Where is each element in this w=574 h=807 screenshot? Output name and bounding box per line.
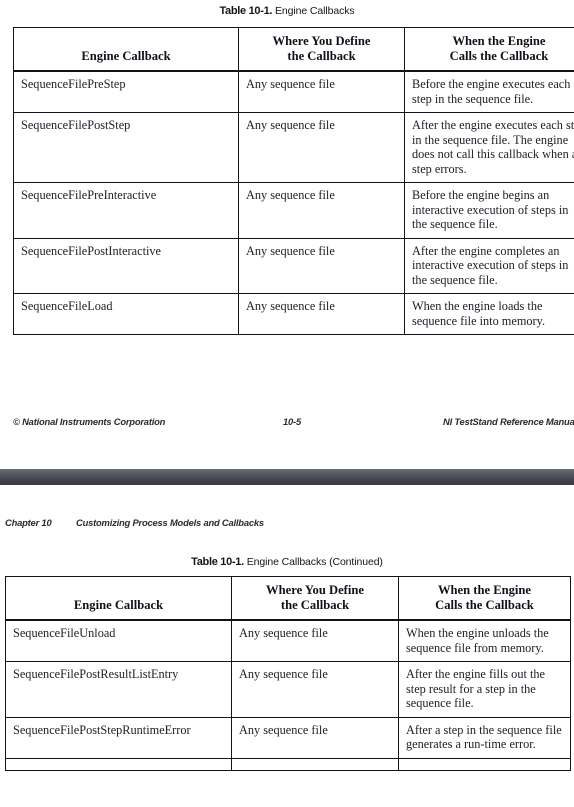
cell-when-called: When the engine loads the sequence file … [404, 293, 574, 336]
cell-where-defined: Any sequence file [231, 619, 399, 663]
column-header-when-line1: When the Engine [437, 583, 532, 597]
cell-callback-name [5, 757, 232, 771]
table-row: SequenceFilePostStepRuntimeError Any seq… [5, 716, 571, 759]
table-row: SequenceFilePostResultListEntry Any sequ… [5, 661, 571, 718]
table-row-partial [5, 757, 571, 771]
cell-when-called: Before the engine begins an interactive … [404, 182, 574, 239]
footer-manual-title: NI TestStand Reference Manual [443, 416, 574, 427]
footer-page-number: 10-5 [283, 416, 301, 427]
cell-when-called: After the engine fills out the step resu… [398, 661, 571, 718]
column-header-engine-callback: Engine Callback [5, 576, 232, 622]
cell-when-called: When the engine unloads the sequence fil… [398, 619, 571, 663]
page-footer: © National Instruments Corporation 10-5 … [0, 416, 574, 432]
cell-callback-name: SequenceFileUnload [5, 619, 232, 663]
column-header-when-line2: Calls the Callback [435, 597, 534, 612]
header-chapter-number: Chapter 10 [5, 517, 52, 528]
column-header-engine-callback-label: Engine Callback [81, 48, 171, 63]
table-caption-label-continued: Table 10-1. [191, 556, 244, 568]
cell-callback-name: SequenceFilePostResultListEntry [5, 661, 232, 718]
column-header-when-line1: When the Engine [452, 34, 546, 48]
cell-when-called [398, 757, 571, 771]
table-caption-two: Table 10-1. Engine Callbacks (Continued) [0, 556, 574, 568]
column-header-engine-callback-label: Engine Callback [73, 597, 164, 612]
cell-where-defined: Any sequence file [238, 112, 405, 184]
column-header-when-engine-calls: When the Engine Calls the Callback [404, 27, 574, 73]
page-separator-band [0, 469, 574, 485]
page-header: Chapter 10 Customizing Process Models an… [0, 517, 574, 533]
table-caption-text: Engine Callbacks [275, 5, 355, 17]
cell-where-defined: Any sequence file [231, 716, 399, 759]
cell-when-called: After a step in the sequence file genera… [398, 716, 571, 759]
table-row: SequenceFilePostInteractive Any sequence… [13, 237, 574, 295]
table-row: SequenceFilePreStep Any sequence file Be… [13, 70, 574, 114]
engine-callbacks-table-page-one: Engine Callback Where You Define the Cal… [13, 27, 574, 336]
table-caption-text-continued: Engine Callbacks (Continued) [246, 556, 383, 568]
cell-callback-name: SequenceFilePostStep [13, 112, 239, 184]
table-row: SequenceFileUnload Any sequence file Whe… [5, 619, 571, 663]
cell-where-defined: Any sequence file [238, 70, 405, 114]
footer-copyright: © National Instruments Corporation [13, 416, 166, 427]
table-row: SequenceFileLoad Any sequence file When … [13, 293, 574, 336]
cell-when-called: After the engine completes an interactiv… [404, 237, 574, 295]
cell-where-defined: Any sequence file [231, 661, 399, 718]
column-header-when-line2: Calls the Callback [449, 48, 549, 63]
column-header-where-you-define: Where You Define the Callback [231, 576, 399, 622]
table-caption-label: Table 10-1. [219, 5, 273, 17]
table-row: SequenceFilePostStep Any sequence file A… [13, 112, 574, 184]
engine-callbacks-table-page-two: Engine Callback Where You Define the Cal… [5, 576, 571, 771]
table-caption-one: Table 10-1. Engine Callbacks [0, 5, 574, 17]
column-header-where-line1: Where You Define [266, 583, 364, 597]
table-header-row: Engine Callback Where You Define the Cal… [13, 27, 574, 73]
cell-callback-name: SequenceFilePostInteractive [13, 237, 239, 295]
column-header-where-line2: the Callback [280, 597, 350, 612]
table-row: SequenceFilePreInteractive Any sequence … [13, 182, 574, 239]
column-header-where-you-define: Where You Define the Callback [238, 27, 405, 73]
cell-when-called: Before the engine executes each step in … [404, 70, 574, 114]
table-header-row: Engine Callback Where You Define the Cal… [5, 576, 571, 622]
cell-callback-name: SequenceFilePreStep [13, 70, 239, 114]
cell-when-called: After the engine executes each step in t… [404, 112, 574, 184]
cell-callback-name: SequenceFilePostStepRuntimeError [5, 716, 232, 759]
cell-where-defined: Any sequence file [238, 237, 405, 295]
column-header-engine-callback: Engine Callback [13, 27, 239, 73]
column-header-where-line2: the Callback [287, 48, 356, 63]
column-header-where-line1: Where You Define [272, 34, 371, 48]
cell-callback-name: SequenceFilePreInteractive [13, 182, 239, 239]
cell-callback-name: SequenceFileLoad [13, 293, 239, 336]
header-chapter-title: Customizing Process Models and Callbacks [76, 517, 264, 528]
column-header-when-engine-calls: When the Engine Calls the Callback [398, 576, 571, 622]
cell-where-defined [231, 757, 399, 771]
cell-where-defined: Any sequence file [238, 293, 405, 336]
cell-where-defined: Any sequence file [238, 182, 405, 239]
